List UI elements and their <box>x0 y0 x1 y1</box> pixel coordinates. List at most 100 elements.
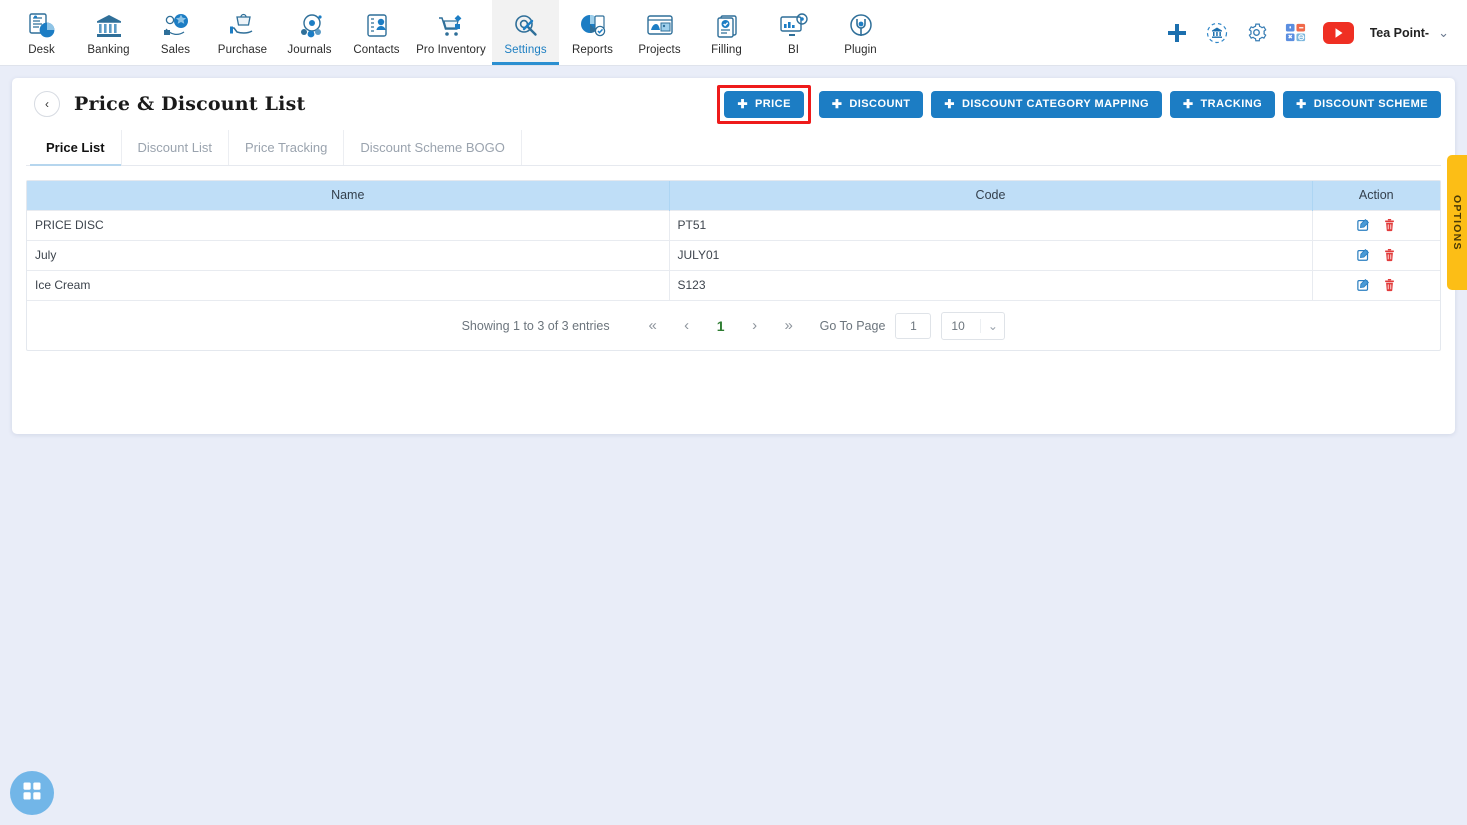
top-navigation-bar: Desk Banking Sales Purchase Journals Contacts… <box>0 0 1467 66</box>
previous-page-button[interactable]: ‹ <box>670 317 704 334</box>
username-label: Tea Point- <box>1369 25 1430 40</box>
back-button[interactable]: ‹ <box>34 91 60 117</box>
edit-icon[interactable] <box>1357 248 1371 262</box>
chevron-down-icon[interactable]: ⌄ <box>980 318 1004 333</box>
cell-code: PT51 <box>669 209 1313 240</box>
cell-name: Ice Cream <box>27 269 670 300</box>
cell-name: PRICE DISC <box>27 209 670 240</box>
cell-action <box>1312 269 1440 300</box>
user-menu[interactable]: Tea Point- ⌄ <box>1370 25 1449 41</box>
nav-item-purchase[interactable]: Purchase <box>209 0 276 65</box>
apps-grid-fab[interactable] <box>10 771 54 815</box>
nav-item-label: Projects <box>638 44 681 56</box>
highlight-annotation-box: ✚ PRICE <box>717 84 811 124</box>
nav-item-label: BI <box>787 44 800 56</box>
page-title: Price & Discount List <box>74 93 306 115</box>
add-price-button[interactable]: ✚ PRICE <box>724 90 804 118</box>
bi-icon <box>779 8 809 42</box>
edit-icon[interactable] <box>1357 278 1371 292</box>
projects-icon <box>645 8 675 42</box>
nav-item-desk[interactable]: Desk <box>8 0 75 65</box>
delete-icon[interactable] <box>1383 278 1396 292</box>
calculator-icon[interactable] <box>1284 21 1307 44</box>
nav-item-contacts[interactable]: Contacts <box>343 0 410 65</box>
add-discount-button[interactable]: ✚ DISCOUNT <box>818 90 924 118</box>
cell-code: JULY01 <box>669 239 1313 270</box>
go-to-page-input[interactable] <box>895 312 932 339</box>
organization-switch-icon[interactable] <box>1205 21 1229 45</box>
page-size-select[interactable]: 10 ⌄ <box>941 311 1006 340</box>
tab-discount-list[interactable]: Discount List <box>122 130 229 165</box>
gear-icon[interactable] <box>1245 21 1268 44</box>
nav-item-label: Reports <box>572 44 613 56</box>
cell-code: S123 <box>669 269 1313 300</box>
cell-name: July <box>27 239 670 270</box>
plus-icon: ✚ <box>831 97 843 111</box>
nav-item-reports[interactable]: Reports <box>559 0 626 65</box>
nav-item-projects[interactable]: Projects <box>626 0 693 65</box>
button-label: PRICE <box>754 98 791 110</box>
nav-item-label: Banking <box>87 44 130 56</box>
filling-icon <box>712 8 742 42</box>
table-row: July JULY01 <box>27 239 1440 270</box>
add-discount-category-mapping-button[interactable]: ✚ DISCOUNT CATEGORY MAPPING <box>931 90 1162 118</box>
apps-grid-icon <box>21 780 43 807</box>
contacts-icon <box>362 8 392 42</box>
add-tracking-button[interactable]: ✚ TRACKING <box>1170 90 1276 118</box>
nav-item-label: Plugin <box>844 44 877 56</box>
nav-item-label: Purchase <box>217 44 268 56</box>
first-page-button[interactable]: « <box>636 317 670 334</box>
settings-icon <box>511 8 541 42</box>
nav-item-label: Pro Inventory <box>416 44 486 56</box>
delete-icon[interactable] <box>1383 218 1396 232</box>
page-number-1[interactable]: 1 <box>704 318 738 334</box>
cell-action <box>1312 239 1440 270</box>
table-row: Ice Cream S123 <box>27 269 1440 300</box>
tab-price-tracking[interactable]: Price Tracking <box>229 130 345 165</box>
plus-icon: ✚ <box>1296 97 1307 111</box>
nav-item-settings[interactable]: Settings <box>492 0 559 65</box>
nav-item-label: Journals <box>287 44 332 56</box>
column-header-name[interactable]: Name <box>27 181 670 210</box>
table-row: PRICE DISC PT51 <box>27 209 1440 240</box>
nav-item-label: Desk <box>28 44 55 56</box>
nav-item-bi[interactable]: BI <box>760 0 827 65</box>
add-discount-scheme-button[interactable]: ✚ DISCOUNT SCHEME <box>1283 90 1441 118</box>
nav-item-pro-inventory[interactable]: Pro Inventory <box>410 0 492 65</box>
journals-icon <box>295 8 325 42</box>
header-action-buttons: ✚ PRICE ✚ DISCOUNT ✚ DISCOUNT CATEGORY MAPPIN… <box>717 84 1441 124</box>
column-header-code[interactable]: Code <box>669 181 1313 210</box>
add-plus-icon[interactable] <box>1165 21 1189 45</box>
edit-icon[interactable] <box>1357 218 1371 232</box>
table-head: Name Code Action <box>27 181 1440 210</box>
bank-icon <box>94 8 124 42</box>
nav-right-actions: Tea Point- ⌄ <box>1165 0 1467 65</box>
last-page-button[interactable]: » <box>772 317 806 334</box>
nav-item-label: Contacts <box>353 44 400 56</box>
purchase-icon <box>228 8 258 42</box>
nav-item-sales[interactable]: Sales <box>142 0 209 65</box>
nav-item-filling[interactable]: Filling <box>693 0 760 65</box>
inventory-icon <box>436 8 466 42</box>
price-list-table-wrapper: Name Code Action PRICE DISC PT51 July JULY0… <box>26 180 1441 351</box>
delete-icon[interactable] <box>1383 248 1396 262</box>
plus-icon: ✚ <box>1183 97 1194 111</box>
tab-price-list[interactable]: Price List <box>30 130 122 166</box>
chevron-down-icon[interactable]: ⌄ <box>1438 25 1449 41</box>
table-body: PRICE DISC PT51 July JULY01 Ice Cream S123 <box>27 209 1440 300</box>
plus-icon: ✚ <box>737 97 748 111</box>
go-to-page-label: Go To Page <box>819 318 886 333</box>
nav-item-label: Filling <box>711 44 742 56</box>
youtube-icon[interactable] <box>1322 21 1354 44</box>
options-side-tab[interactable]: OPTIONS <box>1447 155 1467 290</box>
button-label: DISCOUNT <box>849 98 911 110</box>
nav-item-banking[interactable]: Banking <box>75 0 142 65</box>
tab-bar: Price List Discount List Price Tracking Dis… <box>26 130 1441 166</box>
next-page-button[interactable]: › <box>738 317 772 334</box>
nav-item-journals[interactable]: Journals <box>276 0 343 65</box>
dashboard-icon <box>27 8 57 42</box>
reports-icon <box>578 8 608 42</box>
tab-discount-scheme-bogo[interactable]: Discount Scheme BOGO <box>344 130 522 165</box>
nav-item-plugin[interactable]: Plugin <box>827 0 894 65</box>
button-label: DISCOUNT CATEGORY MAPPING <box>961 98 1149 110</box>
